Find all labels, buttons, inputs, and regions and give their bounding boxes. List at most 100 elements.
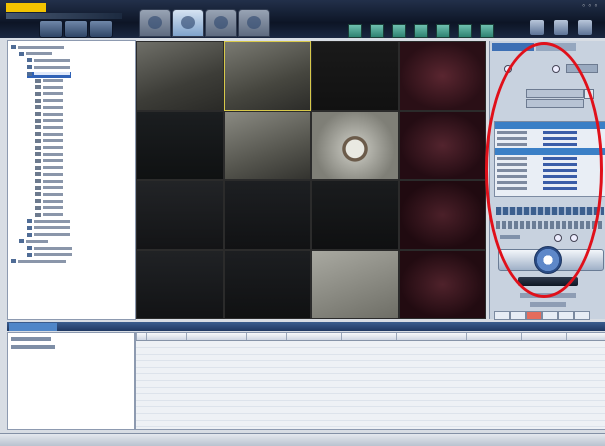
fullscreen-icon[interactable]	[480, 24, 494, 38]
playback-icon	[214, 16, 228, 29]
tree-item-label	[43, 125, 63, 129]
tree-device-item[interactable]	[11, 259, 67, 265]
tree-device-item[interactable]	[27, 71, 71, 78]
tree-device-item[interactable]	[27, 58, 71, 64]
video-tile[interactable]	[311, 249, 399, 319]
tab-live-view[interactable]	[172, 9, 204, 37]
log-column-header[interactable]	[186, 333, 246, 340]
log-column-header[interactable]	[246, 333, 286, 340]
lock-icon[interactable]	[530, 20, 544, 35]
log-tree-item[interactable]	[11, 345, 55, 349]
video-tile[interactable]	[136, 110, 224, 180]
tree-camera-item[interactable]	[35, 118, 63, 125]
video-tile[interactable]	[136, 180, 224, 250]
help-icon[interactable]	[554, 20, 568, 35]
tree-camera-item[interactable]	[35, 105, 63, 111]
video-tile[interactable]	[223, 110, 311, 180]
layout-16-icon[interactable]	[414, 24, 428, 38]
video-tile[interactable]	[223, 41, 311, 111]
tree-camera-item[interactable]	[35, 98, 63, 105]
video-tile[interactable]	[398, 249, 486, 319]
iris-slider[interactable]	[530, 302, 566, 307]
tab-log[interactable]	[9, 323, 57, 331]
panel-button-5[interactable]	[574, 311, 590, 320]
tree-camera-item[interactable]	[35, 158, 63, 165]
tree-camera-item[interactable]	[35, 192, 63, 198]
video-tile[interactable]	[311, 110, 399, 180]
tree-camera-item[interactable]	[35, 179, 63, 185]
tab-config[interactable]	[238, 9, 270, 37]
tree-camera-item[interactable]	[35, 78, 63, 85]
tree-camera-item[interactable]	[35, 185, 63, 192]
user-icon[interactable]	[578, 20, 592, 35]
panel-button-3[interactable]	[542, 311, 558, 320]
log-column-header[interactable]	[521, 333, 566, 340]
tab-preview[interactable]	[139, 9, 171, 37]
layout-9-icon[interactable]	[392, 24, 406, 38]
video-tile[interactable]	[136, 249, 224, 319]
tree-item-label	[43, 99, 63, 103]
tree-camera-item[interactable]	[35, 152, 63, 158]
video-tile[interactable]	[223, 180, 311, 250]
video-tile[interactable]	[136, 41, 224, 111]
tree-device-item[interactable]	[27, 252, 73, 259]
log-column-header[interactable]	[341, 333, 396, 340]
tree-device-item[interactable]	[27, 232, 71, 239]
video-tile[interactable]	[398, 180, 486, 250]
tree-camera-item[interactable]	[35, 138, 63, 145]
tree-item-label	[43, 172, 63, 176]
tree-device-item[interactable]	[19, 239, 49, 245]
add-device-button[interactable]	[39, 20, 63, 38]
tree-camera-item[interactable]	[35, 125, 63, 131]
tree-camera-item[interactable]	[35, 205, 63, 212]
layout-1-icon[interactable]	[348, 24, 362, 38]
panel-button-record[interactable]	[526, 311, 542, 320]
window-controls[interactable]: ◦◦◦	[582, 2, 600, 10]
tree-camera-item[interactable]	[35, 85, 63, 91]
device-icon	[27, 219, 32, 224]
tree-camera-item[interactable]	[35, 212, 63, 219]
tree-camera-item[interactable]	[35, 145, 63, 152]
tree-device-item[interactable]	[11, 45, 65, 51]
log-column-header[interactable]	[286, 333, 341, 340]
layout-4-icon[interactable]	[370, 24, 384, 38]
log-row[interactable]	[136, 420, 605, 428]
panel-button-4[interactable]	[558, 311, 574, 320]
tree-camera-item[interactable]	[35, 172, 63, 178]
layout-25-icon[interactable]	[436, 24, 450, 38]
log-column-header[interactable]	[466, 333, 521, 340]
video-tile[interactable]	[311, 180, 399, 250]
log-tree[interactable]	[7, 332, 135, 430]
video-tile[interactable]	[398, 110, 486, 180]
device-icon	[27, 65, 32, 70]
tree-camera-item[interactable]	[35, 165, 63, 172]
tree-camera-item[interactable]	[35, 199, 63, 205]
video-wall[interactable]	[136, 41, 486, 319]
log-column-header[interactable]	[136, 333, 146, 340]
terminal-button[interactable]	[89, 20, 113, 38]
tree-device-item[interactable]	[27, 246, 73, 252]
tree-device-item[interactable]	[27, 225, 71, 232]
tree-camera-item[interactable]	[35, 132, 63, 138]
tab-playback[interactable]	[205, 9, 237, 37]
log-tree-item[interactable]	[11, 337, 51, 341]
panel-button-1[interactable]	[494, 311, 510, 320]
tree-device-item[interactable]	[27, 219, 71, 225]
video-tile[interactable]	[223, 249, 311, 319]
tree-device-item[interactable]	[19, 51, 53, 58]
panel-button-2[interactable]	[510, 311, 526, 320]
video-tile[interactable]	[311, 41, 399, 111]
video-tile[interactable]	[398, 41, 486, 111]
log-column-header[interactable]	[396, 333, 466, 340]
tree-camera-item[interactable]	[35, 112, 63, 118]
log-column-header[interactable]	[566, 333, 605, 340]
tree-device-item[interactable]	[27, 65, 71, 71]
camera-icon	[35, 91, 41, 96]
layout-36-icon[interactable]	[458, 24, 472, 38]
tree-camera-item[interactable]	[35, 91, 63, 98]
log-column-header[interactable]	[146, 333, 186, 340]
edit-device-button[interactable]	[64, 20, 88, 38]
camera-icon	[35, 192, 41, 197]
device-tree[interactable]	[7, 40, 136, 320]
log-table[interactable]	[135, 332, 605, 430]
